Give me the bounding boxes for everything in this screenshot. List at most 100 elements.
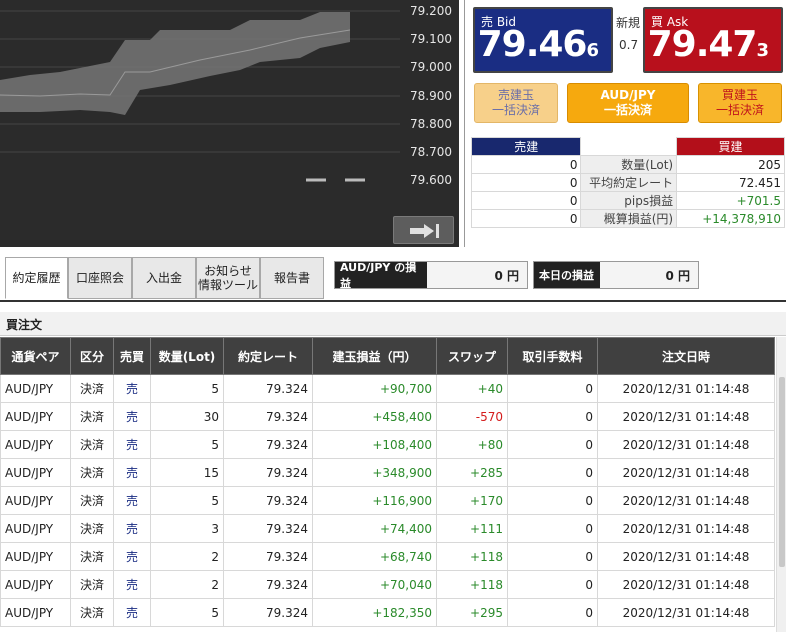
order-row[interactable]: AUD/JPY 決済売 5 79.324 +90,700 +40 0 2020/12/31 0… [0,374,775,403]
buy-value: 72.451 [676,173,785,192]
order-row[interactable]: AUD/JPY 決済売 2 79.324 +70,040 +118 0 2020/12/31 … [0,570,775,599]
order-row[interactable]: AUD/JPY 決済売 5 79.324 +182,350 +295 0 2020/12/31… [0,598,775,627]
column-header[interactable]: 数量(Lot) [150,337,224,375]
column-header[interactable]: 約定レート [223,337,313,375]
quantity-cell: 5 [150,486,224,515]
spread-value: 0.7 [619,38,639,52]
tab-deposit-withdrawal[interactable]: 入出金 [132,257,196,299]
buy-value: +701.5 [676,191,785,210]
row-label: 概算損益(円) [580,209,678,228]
position-pnl-cell: +348,900 [312,458,437,487]
settle-all-line2: 一括決済 [603,103,652,117]
rate-cell: 79.324 [223,458,313,487]
currency-pair-cell: AUD/JPY [0,486,71,515]
column-header[interactable]: 区分 [70,337,114,375]
currency-pair-cell: AUD/JPY [0,374,71,403]
trade-type-cell: 決済 [70,430,114,459]
chart-band [0,12,350,115]
settle-all-pair-button[interactable]: AUD/JPY 一括決済 [567,83,689,123]
rate-cell: 79.324 [223,402,313,431]
bid-price-pip: 6 [586,40,599,61]
scroll-to-latest-button[interactable] [393,216,454,244]
bid-price-main: 79.46 [477,24,588,65]
pair-pnl-box: AUD/JPY の損益 0 円 [334,261,528,290]
position-row: 0 概算損益(円) +14,378,910 [470,209,785,228]
settle-all-sell-button[interactable]: 売建玉 一括決済 [474,83,558,123]
today-pnl-title: 本日の損益 [534,262,600,288]
tab-execution-history[interactable]: 約定履歴 [5,257,68,299]
rate-cell: 79.324 [223,598,313,627]
order-row[interactable]: AUD/JPY 決済売 5 79.324 +116,900 +170 0 2020/12/31… [0,486,775,515]
trade-type-cell: 決済 [70,486,114,515]
trade-type-cell: 決済 [70,374,114,403]
bid-price-button[interactable]: 売 Bid 79.466 [473,7,613,73]
ask-price-button[interactable]: 買 Ask 79.473 [643,7,783,73]
row-label: 数量(Lot) [580,155,678,174]
quantity-cell: 5 [150,598,224,627]
bid-price: 79.466 [478,24,599,65]
position-pnl-cell: +74,400 [312,514,437,543]
order-row[interactable]: AUD/JPY 決済売 30 79.324 +458,400 -570 0 2020/12/3… [0,402,775,431]
position-pnl-cell: +70,040 [312,570,437,599]
trade-type-cell: 決済 [70,570,114,599]
column-header[interactable]: スワップ [436,337,508,375]
swap-cell: +295 [436,598,508,627]
fee-cell: 0 [507,542,598,571]
scrollbar-thumb[interactable] [779,377,785,567]
order-row[interactable]: AUD/JPY 決済売 15 79.324 +348,900 +285 0 2020/12/3… [0,458,775,487]
quantity-cell: 5 [150,430,224,459]
fee-cell: 0 [507,374,598,403]
order-row[interactable]: AUD/JPY 決済売 3 79.324 +74,400 +111 0 2020/12/31 … [0,514,775,543]
orders-table: 通貨ペア 区分 売買 数量(Lot) 約定レート 建玉損益（円） スワップ 取引… [0,337,775,627]
price-chart[interactable]: 79.200 79.100 79.000 78.900 78.800 78.70… [0,0,459,247]
sell-value: 0 [470,155,582,174]
order-datetime-cell: 2020/12/31 01:14:48 [597,402,775,431]
bottom-tabs: 約定履歴 口座照会 入出金 お知らせ 情報ツール 報告書 [0,257,330,301]
column-header[interactable]: 売買 [113,337,151,375]
tab-label: 口座照会 [75,271,124,285]
column-header[interactable]: 取引手数料 [507,337,598,375]
currency-pair-cell: AUD/JPY [0,598,71,627]
sell-value: 0 [470,191,582,210]
settle-buy-line1: 買建玉 [721,88,758,102]
side-cell: 売 [113,374,151,403]
fee-cell: 0 [507,430,598,459]
y-tick-label: 79.000 [410,60,452,74]
trade-type-cell: 決済 [70,542,114,571]
tab-label: 約定履歴 [12,271,61,285]
position-row: 0 pips損益 +701.5 [470,191,785,210]
pair-pnl-title: AUD/JPY の損益 [335,261,427,290]
swap-cell: +80 [436,430,508,459]
side-cell: 売 [113,570,151,599]
quantity-cell: 30 [150,402,224,431]
swap-cell: +170 [436,486,508,515]
tab-label: お知らせ 情報ツール [197,264,258,292]
fee-cell: 0 [507,402,598,431]
column-header[interactable]: 通貨ペア [0,337,71,375]
position-pnl-cell: +182,350 [312,598,437,627]
sell-position-header: 売建 [470,137,582,156]
quantity-cell: 3 [150,514,224,543]
side-cell: 売 [113,430,151,459]
currency-pair-cell: AUD/JPY [0,458,71,487]
currency-pair-cell: AUD/JPY [0,570,71,599]
settle-all-buy-button[interactable]: 買建玉 一括決済 [698,83,782,123]
position-pnl-cell: +116,900 [312,486,437,515]
column-header[interactable]: 注文日時 [597,337,775,375]
arrow-to-end-icon [410,224,439,238]
tab-reports[interactable]: 報告書 [260,257,324,299]
header-spacer [581,138,677,156]
rate-cell: 79.324 [223,486,313,515]
settle-sell-line1: 売建玉 [497,88,534,102]
order-row[interactable]: AUD/JPY 決済売 2 79.324 +68,740 +118 0 2020/12/31 … [0,542,775,571]
swap-cell: +118 [436,570,508,599]
buy-position-header: 買建 [676,137,785,156]
column-header[interactable]: 建玉損益（円） [312,337,437,375]
tab-news-tools[interactable]: お知らせ 情報ツール [196,257,260,299]
tab-account-inquiry[interactable]: 口座照会 [68,257,132,299]
order-row[interactable]: AUD/JPY 決済売 5 79.324 +108,400 +80 0 2020/12/31 … [0,430,775,459]
side-cell: 売 [113,514,151,543]
order-datetime-cell: 2020/12/31 01:14:48 [597,514,775,543]
vertical-scrollbar[interactable] [776,337,786,632]
tab-label: 報告書 [273,271,310,285]
